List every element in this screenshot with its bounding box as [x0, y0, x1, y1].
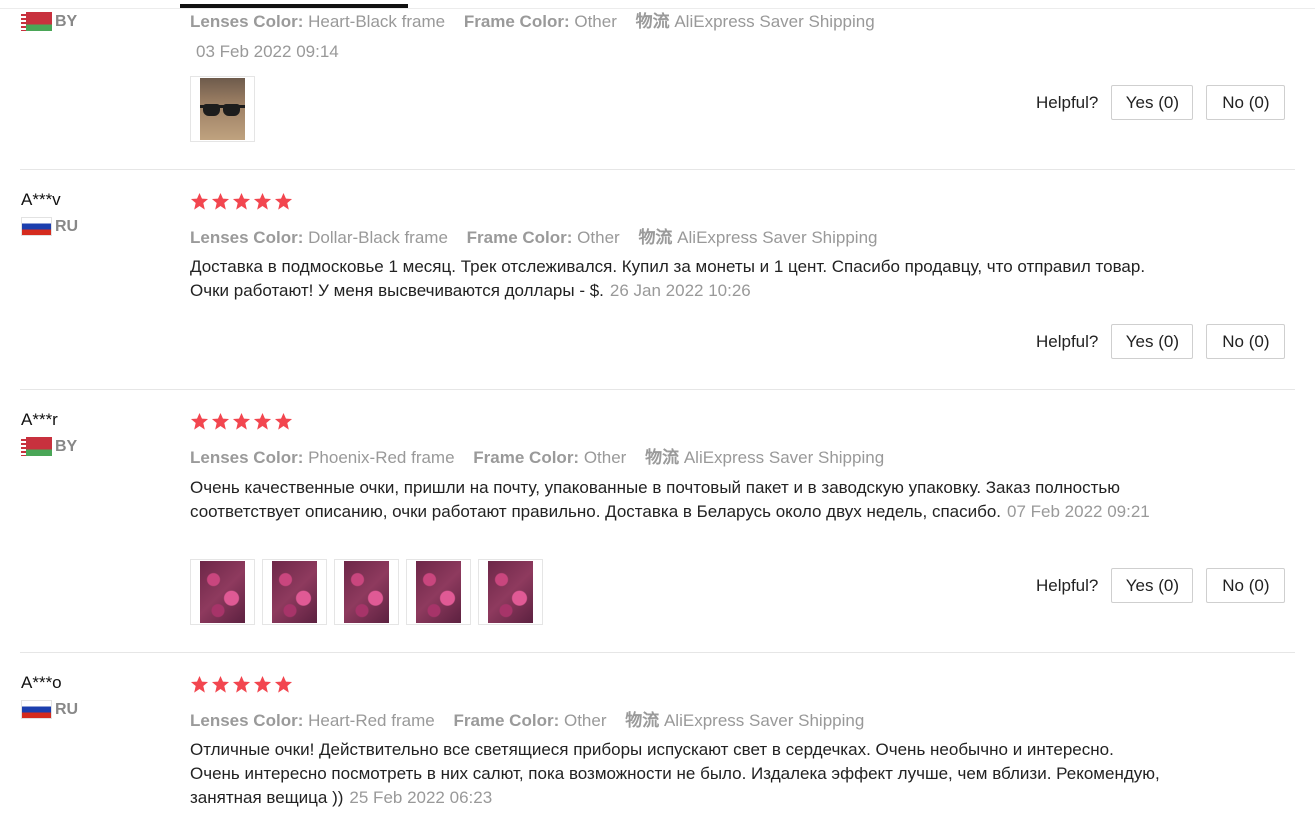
country-code: BY [55, 437, 78, 455]
glasses-photo [416, 561, 461, 623]
russia-flag-icon [21, 217, 52, 236]
glasses-photo [200, 561, 245, 623]
helpful-no-button[interactable]: No (0) [1206, 568, 1286, 603]
review-photo[interactable] [262, 559, 327, 625]
star-rating [190, 192, 293, 211]
country-code: BY [55, 12, 78, 30]
star-rating [190, 675, 293, 694]
lenses-color-value: Heart-Black frame [308, 12, 446, 31]
lenses-color-label: Lenses Color: [190, 228, 304, 247]
review-text: Доставка в подмосковье 1 месяц. Трек отс… [190, 255, 1160, 303]
frame-color-label: Frame Color: [453, 711, 560, 730]
star-rating [190, 412, 293, 431]
review-date: 07 Feb 2022 09:21 [1007, 502, 1150, 521]
country-code: RU [55, 700, 79, 718]
review-photo[interactable] [478, 559, 543, 625]
lenses-color-label: Lenses Color: [190, 12, 304, 31]
lenses-color-label: Lenses Color: [190, 448, 304, 467]
frame-color-value: Other [583, 448, 627, 467]
glasses-photo [488, 561, 533, 623]
country-code: RU [55, 217, 79, 235]
review-body: Очень качественные очки, пришли на почту… [190, 478, 1121, 521]
lenses-color-value: Phoenix-Red frame [308, 448, 455, 467]
frame-color-value: Other [574, 12, 617, 31]
glasses-photo [272, 561, 317, 623]
review-specs: Lenses Color: Heart-Black frame Frame Co… [190, 7, 889, 32]
review-photos [190, 559, 543, 625]
shipping-label: 物流 [625, 711, 660, 730]
reviewer-name: A***r [21, 410, 58, 429]
star-icon [232, 192, 251, 210]
star-icon [253, 192, 272, 210]
review-date: 03 Feb 2022 09:14 [196, 42, 339, 61]
reviewer-name: A***v [21, 190, 61, 209]
star-icon [274, 192, 293, 210]
shipping-value: AliExpress Saver Shipping [677, 228, 878, 247]
star-icon [274, 675, 293, 693]
belarus-flag-icon [21, 12, 52, 31]
lenses-color-value: Dollar-Black frame [308, 228, 448, 247]
helpful-voting: Helpful? Yes (0) No (0) [1036, 324, 1286, 359]
star-icon [274, 412, 293, 430]
shipping-label: 物流 [635, 12, 670, 31]
shipping-value: AliExpress Saver Shipping [674, 12, 875, 31]
review-photo[interactable] [190, 559, 255, 625]
glasses-photo [200, 78, 245, 140]
reviewer-country: BY [21, 12, 77, 31]
review-photo[interactable] [406, 559, 471, 625]
review-specs: Lenses Color: Heart-Red frame Frame Colo… [190, 706, 878, 731]
review-divider [20, 169, 1295, 170]
lenses-color-label: Lenses Color: [190, 711, 304, 730]
glasses-photo [344, 561, 389, 623]
shipping-label: 物流 [638, 228, 673, 247]
review-divider [20, 389, 1295, 390]
helpful-yes-button[interactable]: Yes (0) [1111, 568, 1194, 603]
belarus-flag-icon [21, 437, 52, 456]
frame-color-label: Frame Color: [463, 12, 570, 31]
review-body: Отличные очки! Действительно все светящи… [190, 740, 1160, 807]
lenses-color-value: Heart-Red frame [308, 711, 435, 730]
helpful-label: Helpful? [1036, 92, 1099, 112]
star-icon [253, 412, 272, 430]
shipping-label: 物流 [645, 448, 680, 467]
review-specs: Lenses Color: Dollar-Black frame Frame C… [190, 223, 892, 248]
helpful-yes-button[interactable]: Yes (0) [1111, 324, 1194, 359]
shipping-value: AliExpress Saver Shipping [683, 448, 885, 467]
frame-color-value: Other [563, 711, 607, 730]
review-specs: Lenses Color: Phoenix-Red frame Frame Co… [190, 443, 898, 468]
star-icon [253, 675, 272, 693]
helpful-no-button[interactable]: No (0) [1206, 85, 1286, 120]
star-icon [190, 192, 209, 210]
review-text: Отличные очки! Действительно все светящи… [190, 738, 1160, 810]
review-photo[interactable] [334, 559, 399, 625]
review-text: Очень качественные очки, пришли на почту… [190, 476, 1160, 524]
star-icon [211, 675, 230, 693]
review-date: 25 Feb 2022 06:23 [349, 788, 493, 807]
frame-color-label: Frame Color: [466, 228, 573, 247]
review-photos [190, 76, 255, 142]
review-divider [20, 652, 1295, 653]
shipping-value: AliExpress Saver Shipping [663, 711, 865, 730]
helpful-no-button[interactable]: No (0) [1206, 324, 1286, 359]
helpful-voting: Helpful? Yes (0) No (0) [1036, 85, 1286, 120]
star-icon [190, 412, 209, 430]
review-date: 26 Jan 2022 10:26 [609, 281, 751, 300]
reviewer-name: A***o [21, 673, 62, 692]
star-icon [232, 412, 251, 430]
helpful-voting: Helpful? Yes (0) No (0) [1036, 568, 1286, 603]
helpful-label: Helpful? [1036, 575, 1099, 595]
star-icon [190, 675, 209, 693]
star-icon [232, 675, 251, 693]
reviewer-country: BY [21, 437, 77, 456]
star-icon [211, 412, 230, 430]
star-icon [211, 192, 230, 210]
helpful-yes-button[interactable]: Yes (0) [1111, 85, 1194, 120]
frame-color-label: Frame Color: [473, 448, 580, 467]
review-photo[interactable] [190, 76, 255, 142]
reviewer-country: RU [21, 217, 78, 236]
reviewer-country: RU [21, 700, 78, 719]
russia-flag-icon [21, 700, 52, 719]
helpful-label: Helpful? [1036, 331, 1099, 351]
frame-color-value: Other [577, 228, 620, 247]
